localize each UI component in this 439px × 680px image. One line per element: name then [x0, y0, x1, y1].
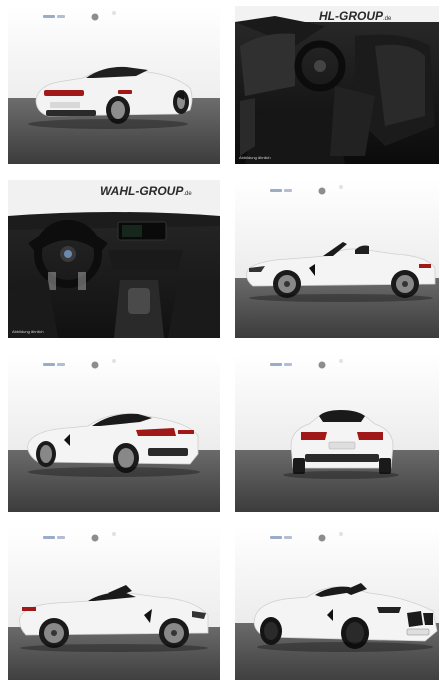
- gallery-image-side-left[interactable]: [8, 527, 220, 680]
- car-photo: [235, 527, 439, 680]
- interior-photo: [8, 180, 220, 338]
- dealer-logo-text: WAHL-GROUP.de: [100, 184, 192, 198]
- car-photo: [235, 354, 439, 512]
- dealer-logo-text: HL-GROUP.de: [319, 9, 392, 23]
- gallery-image-rear-three-quarter-low[interactable]: [8, 354, 220, 512]
- gallery-image-rear[interactable]: [235, 354, 439, 512]
- image-gallery: HL-GROUP.de Abbildung ähnlich WAHL-GROUP…: [0, 0, 439, 680]
- gallery-image-interior-seats[interactable]: HL-GROUP.de Abbildung ähnlich: [235, 6, 439, 164]
- car-photo: [8, 6, 220, 164]
- image-caption: Abbildung ähnlich: [239, 155, 271, 160]
- gallery-image-interior-dashboard[interactable]: WAHL-GROUP.de Abbildung ähnlich: [8, 180, 220, 338]
- gallery-image-rear-three-quarter[interactable]: [8, 6, 220, 164]
- car-photo: [8, 527, 220, 680]
- car-photo: [235, 180, 439, 338]
- interior-photo: [235, 6, 439, 164]
- gallery-image-front-three-quarter[interactable]: [235, 527, 439, 680]
- image-caption: Abbildung ähnlich: [12, 329, 44, 334]
- gallery-image-side-right[interactable]: [235, 180, 439, 338]
- car-photo: [8, 354, 220, 512]
